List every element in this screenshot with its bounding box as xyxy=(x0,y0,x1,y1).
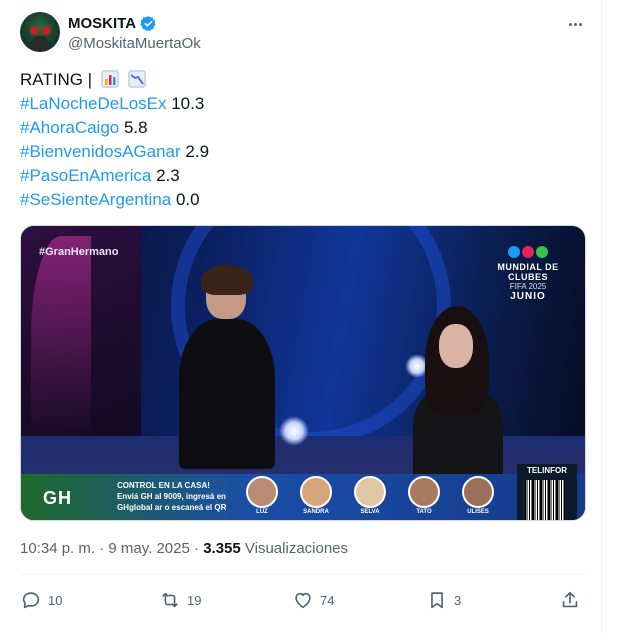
hashtag-link[interactable]: #SeSienteArgentina xyxy=(20,190,171,209)
rating-value: 2.9 xyxy=(180,142,210,161)
reply-button[interactable]: 10 xyxy=(20,587,62,613)
tweet-line: #BienvenidosAGanar 2.9 xyxy=(20,140,209,164)
media-spotlight xyxy=(279,416,309,446)
contestant: SANDRA xyxy=(293,476,339,515)
reply-icon xyxy=(22,592,40,609)
hashtag-link[interactable]: #PasoEnAmerica xyxy=(20,166,151,185)
media-tournament-logo: MUNDIAL DE CLUBES FIFA 2025 JUNIO xyxy=(483,246,573,302)
reply-count: 10 xyxy=(48,592,63,608)
retweet-button[interactable]: 19 xyxy=(159,587,201,613)
logo-line-1: MUNDIAL DE CLUBES xyxy=(497,262,559,282)
tweet-date[interactable]: 9 may. 2025 xyxy=(108,540,189,557)
hashtag-link[interactable]: #BienvenidosAGanar xyxy=(20,142,181,161)
bookmark-icon xyxy=(431,592,443,609)
retweet-count: 19 xyxy=(187,592,202,608)
media-left-panel xyxy=(21,226,141,456)
logo-line-3: JUNIO xyxy=(510,291,546,302)
bookmark-button[interactable]: 3 xyxy=(426,587,461,613)
contestant: ULISES xyxy=(455,476,501,515)
sponsor-name: TELINFOR xyxy=(527,466,567,475)
tweet-text: RATING | #LaNocheDeLosEx 10.3 #AhoraCaig… xyxy=(20,68,209,212)
hashtag-link[interactable]: #AhoraCaigo xyxy=(20,118,119,137)
rating-value: 5.8 xyxy=(119,118,148,137)
tweet-media-image[interactable]: #GranHermano MUNDIAL DE CLUBES FIFA 2025… xyxy=(20,225,586,521)
author-handle[interactable]: @MoskitaMuertaOk xyxy=(68,35,201,52)
share-icon xyxy=(562,591,578,608)
like-count: 74 xyxy=(320,592,335,608)
bookmark-count: 3 xyxy=(454,592,462,608)
verified-badge-icon xyxy=(140,15,156,31)
retweet-icon xyxy=(162,592,178,608)
tweet-card: MOSKITA @MoskitaMuertaOk RATING | #LaNoc… xyxy=(0,0,602,633)
qr-code-icon xyxy=(525,480,565,520)
views-label: Visualizaciones xyxy=(240,540,349,557)
tweet-actions: 10 19 74 3 xyxy=(20,587,586,613)
divider xyxy=(20,574,586,575)
meta-separator: · xyxy=(189,540,204,557)
media-person-host xyxy=(171,265,281,471)
tweet-time[interactable]: 10:34 p. m. xyxy=(20,540,95,557)
meta-separator: · xyxy=(95,540,109,557)
author-name[interactable]: MOSKITA xyxy=(68,15,136,32)
channel-logo-icon xyxy=(483,246,573,258)
rating-value: 2.3 xyxy=(151,166,180,185)
avatar-eye xyxy=(42,26,51,35)
avatar[interactable] xyxy=(20,12,60,52)
author-name-row[interactable]: MOSKITA xyxy=(68,14,157,32)
contestant: LUZ xyxy=(239,476,285,515)
like-button[interactable]: 74 xyxy=(292,587,334,613)
tweet-line: #AhoraCaigo 5.8 xyxy=(20,116,209,140)
contestant-name: ULISES xyxy=(467,509,489,515)
media-sponsor-box: TELINFOR xyxy=(517,464,577,520)
rating-value: 10.3 xyxy=(166,94,205,113)
avatar-eye xyxy=(30,26,39,35)
tweet-line: #PasoEnAmerica 2.3 xyxy=(20,164,209,188)
more-options-icon[interactable] xyxy=(564,16,586,32)
heart-icon xyxy=(295,592,311,609)
bar-chart-emoji-icon xyxy=(100,70,119,88)
tweet-line: #SeSienteArgentina 0.0 xyxy=(20,188,209,212)
hashtag-link[interactable]: #LaNocheDeLosEx xyxy=(20,94,166,113)
contestant-name: TATO xyxy=(416,509,432,515)
contestant-name: SANDRA xyxy=(303,509,329,515)
rating-label: RATING | xyxy=(20,70,93,89)
contestant-name: SELVA xyxy=(360,509,380,515)
contestant: SELVA xyxy=(347,476,393,515)
media-contestants: LUZ SANDRA SELVA TATO ULISES xyxy=(239,476,501,515)
contestant-name: LUZ xyxy=(256,509,268,515)
gh-logo: GH xyxy=(43,488,72,508)
tweet-meta: 10:34 p. m. · 9 may. 2025 · 3.355 Visual… xyxy=(20,540,348,557)
chart-decreasing-emoji-icon xyxy=(127,70,146,88)
avatar-figure xyxy=(32,36,48,50)
tweet-line: RATING | xyxy=(20,68,209,92)
tweet-line: #LaNocheDeLosEx 10.3 xyxy=(20,92,209,116)
contestant: TATO xyxy=(401,476,447,515)
logo-line-2: FIFA 2025 xyxy=(509,282,547,291)
views-count: 3.355 xyxy=(203,540,241,557)
rating-value: 0.0 xyxy=(171,190,200,209)
media-overlay-tag: #GranHermano xyxy=(39,246,119,258)
media-lower-third: GH CONTROL EN LA CASA! Enviá GH al 9009,… xyxy=(21,474,585,520)
share-button[interactable] xyxy=(559,587,581,613)
